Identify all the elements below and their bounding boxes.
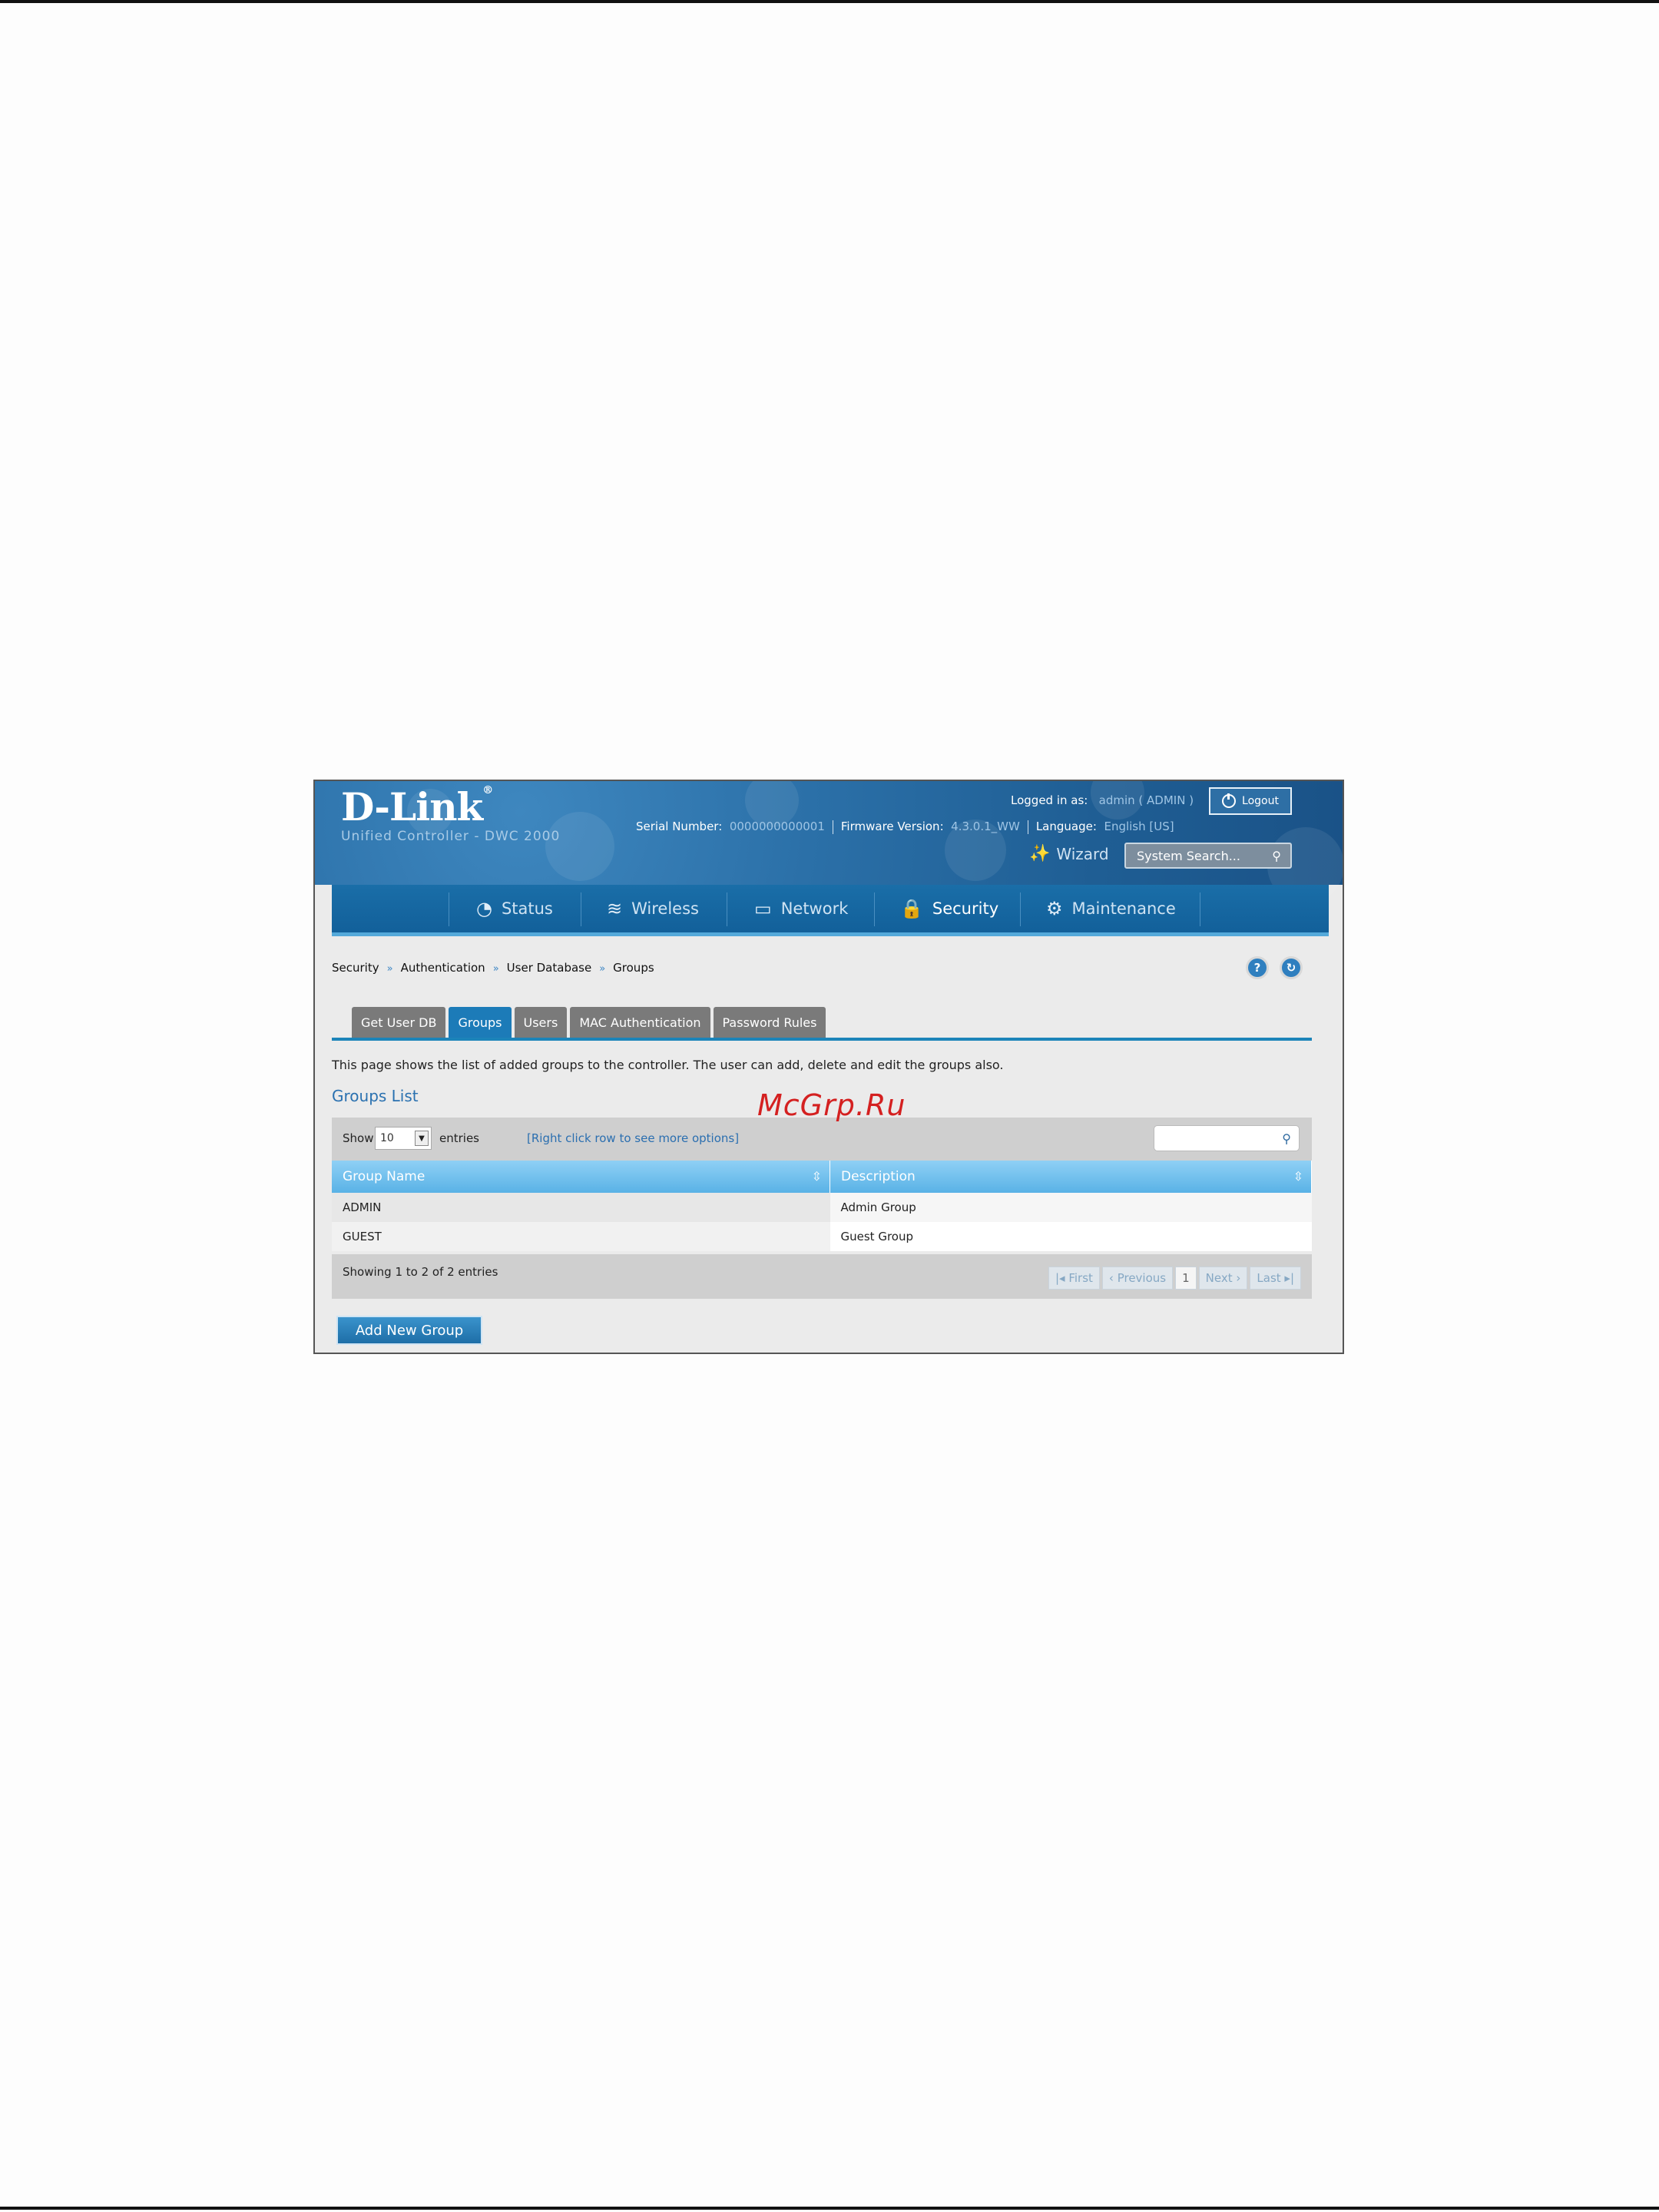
- table-footer: Showing 1 to 2 of 2 entries |◂ First ‹ P…: [332, 1254, 1312, 1299]
- entries-label: entries: [439, 1131, 479, 1145]
- wizard-link[interactable]: ✨ Wizard: [1029, 844, 1109, 863]
- product-subtitle: Unified Controller - DWC 2000: [341, 829, 561, 844]
- table-search-input[interactable]: ⚲: [1154, 1125, 1300, 1151]
- breadcrumb-authentication[interactable]: Authentication: [401, 961, 485, 975]
- page-description: This page shows the list of added groups…: [332, 1058, 1004, 1072]
- tab-password-rules[interactable]: Password Rules: [713, 1007, 826, 1038]
- help-button[interactable]: ?: [1246, 956, 1269, 979]
- show-label: Show: [343, 1131, 374, 1145]
- breadcrumb-user-database[interactable]: User Database: [507, 961, 592, 975]
- refresh-icon: ↻: [1286, 961, 1296, 975]
- page-top-rule: [0, 0, 1659, 3]
- description-cell: Admin Group: [830, 1193, 1312, 1222]
- app-header: D-Link® Unified Controller - DWC 2000 Lo…: [315, 781, 1343, 904]
- page-content: Security» Authentication» User Database» Gr…: [332, 936, 1329, 1353]
- next-page-button[interactable]: Next ›: [1198, 1267, 1248, 1290]
- table-toolbar: Show 10 ▼ entries [Right click row to se…: [332, 1118, 1312, 1161]
- group-name-cell: ADMIN: [332, 1193, 830, 1222]
- firmware-version: 4.3.0.1_WW: [951, 820, 1020, 833]
- groups-table: Group Name ⇳ Description ⇳ ADMIN Admin G…: [332, 1161, 1312, 1251]
- tab-users[interactable]: Users: [514, 1007, 568, 1038]
- tab-underline: [332, 1038, 1312, 1041]
- device-info: Serial Number: 0000000000001 Firmware Ver…: [636, 820, 1174, 834]
- first-page-button[interactable]: |◂ First: [1048, 1267, 1100, 1290]
- nav-security[interactable]: 🔒 Security: [900, 885, 998, 932]
- monitor-icon: ▭: [754, 898, 772, 919]
- logout-button[interactable]: Logout: [1209, 787, 1292, 815]
- entries-count: Showing 1 to 2 of 2 entries: [343, 1265, 498, 1279]
- breadcrumb-groups: Groups: [613, 961, 654, 975]
- tab-mac-authentication[interactable]: MAC Authentication: [570, 1007, 710, 1038]
- group-name-cell: GUEST: [332, 1222, 830, 1251]
- gauge-icon: ◔: [476, 898, 492, 919]
- chevron-down-icon: ▼: [415, 1131, 429, 1146]
- nav-wireless[interactable]: ≋ Wireless: [607, 885, 699, 932]
- gears-icon: ⚙: [1046, 898, 1063, 919]
- wand-icon: ✨: [1029, 844, 1051, 863]
- main-nav: ◔ Status ≋ Wireless ▭ Network 🔒 Security…: [332, 885, 1329, 936]
- table-row[interactable]: ADMIN Admin Group: [332, 1193, 1312, 1222]
- watermark-text: McGrp.Ru: [757, 1088, 906, 1122]
- refresh-button[interactable]: ↻: [1280, 956, 1303, 979]
- tab-get-user-db[interactable]: Get User DB: [352, 1007, 446, 1038]
- description-cell: Guest Group: [830, 1222, 1312, 1251]
- last-page-button[interactable]: Last ▸|: [1250, 1267, 1301, 1290]
- serial-number: 0000000000001: [729, 820, 825, 833]
- page-number[interactable]: 1: [1175, 1267, 1197, 1290]
- power-icon: [1222, 793, 1237, 808]
- nav-status[interactable]: ◔ Status: [476, 885, 553, 932]
- column-header-description[interactable]: Description ⇳: [830, 1161, 1312, 1193]
- logged-in-info: Logged in as: admin ( ADMIN ): [1011, 793, 1194, 807]
- tab-groups[interactable]: Groups: [449, 1007, 512, 1038]
- wifi-icon: ≋: [607, 898, 623, 919]
- breadcrumb-security[interactable]: Security: [332, 961, 379, 975]
- language-link[interactable]: English [US]: [1104, 820, 1174, 833]
- nav-network[interactable]: ▭ Network: [754, 885, 848, 932]
- help-icon: ?: [1253, 961, 1261, 975]
- add-new-group-button[interactable]: Add New Group: [336, 1316, 482, 1345]
- sort-icon: ⇳: [811, 1169, 822, 1184]
- breadcrumb: Security» Authentication» User Database» Gr…: [332, 961, 654, 975]
- nav-maintenance[interactable]: ⚙ Maintenance: [1046, 885, 1176, 932]
- section-title: Groups List: [332, 1087, 419, 1105]
- dlink-logo: D-Link®: [341, 784, 493, 830]
- lock-icon: 🔒: [900, 898, 923, 919]
- right-click-hint: [Right click row to see more options]: [527, 1131, 740, 1145]
- logged-in-user: admin ( ADMIN ): [1098, 793, 1194, 807]
- system-search-input[interactable]: System Search... ⚲: [1124, 843, 1292, 869]
- header-decoration: [545, 812, 614, 881]
- page-bottom-rule: [0, 2207, 1659, 2210]
- search-icon: ⚲: [1282, 1131, 1291, 1146]
- screenshot-frame: D-Link® Unified Controller - DWC 2000 Lo…: [313, 780, 1344, 1354]
- sub-tabs: Get User DB Groups Users MAC Authenticat…: [352, 1007, 826, 1038]
- search-icon: ⚲: [1272, 848, 1281, 863]
- column-header-group-name[interactable]: Group Name ⇳: [332, 1161, 830, 1193]
- previous-page-button[interactable]: ‹ Previous: [1101, 1267, 1174, 1290]
- pagination: |◂ First ‹ Previous 1 Next › Last ▸|: [1048, 1267, 1301, 1290]
- sort-icon: ⇳: [1293, 1169, 1303, 1184]
- entries-select[interactable]: 10 ▼: [375, 1127, 432, 1150]
- table-row[interactable]: GUEST Guest Group: [332, 1222, 1312, 1251]
